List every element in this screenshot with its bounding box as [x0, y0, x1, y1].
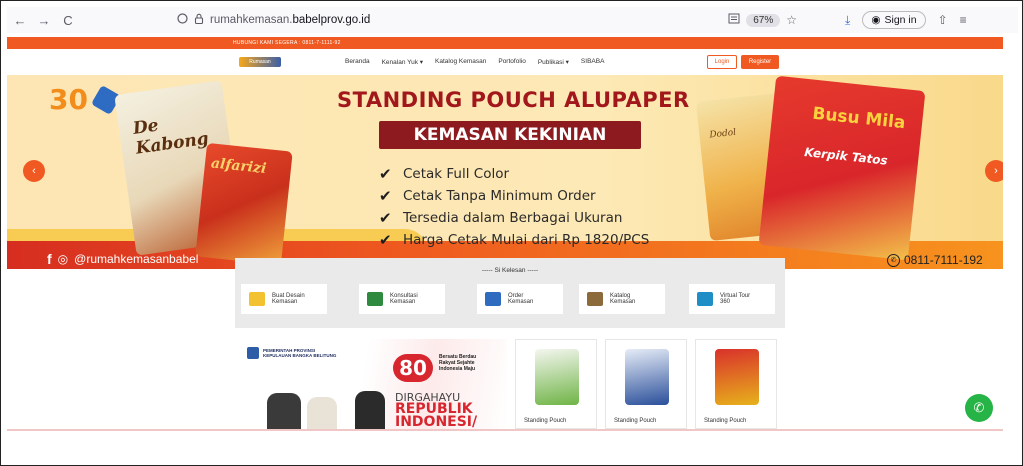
- banner-subhead: KEMASAN KEKINIAN: [379, 121, 641, 149]
- nav-kenalan-yuk[interactable]: Kenalan Yuk ▾: [382, 58, 423, 66]
- page-divider: [7, 429, 1003, 431]
- back-button[interactable]: ←: [9, 9, 31, 31]
- nav-sibaba[interactable]: SIBABA: [581, 58, 604, 66]
- social-handle-text: @rumahkemasanbabel: [74, 252, 199, 266]
- url-text: rumahkemasan.babelprov.go.id: [210, 14, 371, 26]
- lock-icon[interactable]: [194, 13, 204, 27]
- product-label: Standing Pouch: [614, 418, 657, 424]
- catalog-icon: [587, 292, 603, 306]
- whatsapp-icon: ✆: [887, 253, 900, 267]
- reader-view-icon[interactable]: [728, 13, 740, 27]
- product-pouch-alfarizi: alfarizi: [195, 142, 293, 266]
- banner-headline: STANDING POUCH ALUPAPER: [337, 88, 690, 112]
- official-photo: [355, 391, 385, 429]
- pouch-brand-alfarizi: alfarizi: [210, 155, 268, 178]
- service-label: Konsultasi Kemasan: [390, 292, 418, 306]
- register-button[interactable]: Register: [741, 55, 779, 69]
- nav-portofolio[interactable]: Portofolio: [498, 58, 525, 66]
- services-title: ----- Si Kelesan -----: [481, 267, 539, 274]
- check-icon: ✔: [379, 187, 392, 205]
- nav-links: Beranda Kenalan Yuk ▾ Katalog Kemasan Po…: [345, 58, 604, 66]
- share-icon[interactable]: ⇧: [938, 13, 948, 27]
- republik-indonesia-text: REPUBLIK INDONESI/: [395, 401, 478, 429]
- service-konsultasi[interactable]: Konsultasi Kemasan: [359, 284, 445, 314]
- carousel-next-button[interactable]: ›: [985, 160, 1003, 182]
- order-icon: [485, 292, 501, 306]
- screenshot-frame: ← → C rumahkemasan.babelprov.go.id 67% ☆…: [0, 0, 1023, 466]
- service-label: Order Kemasan: [508, 292, 534, 306]
- extensions-icon[interactable]: ≡: [960, 13, 967, 27]
- sign-in-label: Sign in: [884, 14, 917, 26]
- bookmark-star-icon[interactable]: ☆: [786, 13, 797, 27]
- instagram-icon: ◎: [57, 252, 69, 266]
- browser-toolbar: ← → C rumahkemasan.babelprov.go.id 67% ☆…: [7, 7, 1018, 33]
- product-image: [715, 349, 759, 405]
- account-icon: ◉: [871, 14, 881, 26]
- promo-slogan: Bersatu Berdau Rakyat Sejahte Indonesia Ma…: [439, 354, 477, 372]
- banner-feature-list: ✔ Cetak Full Color ✔ Cetak Tanpa Minimum O…: [379, 163, 649, 251]
- anniversary-logo: 30: [49, 85, 122, 117]
- phone-number: 0811-7111-192: [904, 253, 983, 267]
- services-panel: ----- Si Kelesan ----- Buat Desain Kemasa…: [235, 258, 785, 328]
- product-pouch-busu-mila: Busu Mila Kerpik Tatos: [758, 75, 926, 261]
- hero-banner[interactable]: 30 De Kabong alfarizi STANDING POUCH ALU…: [7, 75, 1003, 269]
- product-image: [625, 349, 669, 405]
- download-icon[interactable]: ⤓: [845, 13, 850, 28]
- design-icon: [249, 292, 265, 306]
- site-logo-text: Rumasan: [249, 59, 271, 65]
- nav-beranda[interactable]: Beranda: [345, 58, 370, 66]
- feature-item: ✔ Cetak Tanpa Minimum Order: [379, 187, 596, 205]
- feature-item: ✔ Tersedia dalam Berbagai Ukuran: [379, 209, 623, 227]
- pouch-brand-busu-mila: Busu Mila: [811, 103, 907, 134]
- toolbar-right: ⤓ ◉ Sign in ⇧ ≡: [845, 11, 967, 29]
- facebook-icon: f: [47, 251, 52, 267]
- service-buat-desain[interactable]: Buat Desain Kemasan: [241, 284, 327, 314]
- province-name: PEMERINTAH PROVINSI KEPULAUAN BANGKA BELI…: [263, 348, 337, 358]
- nav-katalog-kemasan[interactable]: Katalog Kemasan: [435, 58, 486, 66]
- nav-publikasi[interactable]: Publikasi ▾: [538, 58, 569, 66]
- product-label: Standing Pouch: [704, 418, 747, 424]
- feature-item: ✔ Harga Cetak Mulai dari Rp 1820/PCS: [379, 231, 650, 249]
- check-icon: ✔: [379, 231, 392, 249]
- virtual-tour-icon: [697, 292, 713, 306]
- whatsapp-chat-button[interactable]: ✆: [965, 394, 993, 422]
- reload-button[interactable]: C: [57, 9, 79, 31]
- service-label: Katalog Kemasan: [610, 292, 636, 306]
- anniversary-80-logo: 80: [393, 354, 433, 382]
- consultation-icon: [367, 292, 383, 306]
- social-handle: f ◎ @rumahkemasanbabel: [47, 251, 198, 267]
- province-emblem-icon: [247, 347, 259, 359]
- site-logo[interactable]: Rumasan: [239, 57, 281, 67]
- url-bar-actions: 67% ☆: [728, 13, 797, 27]
- login-button[interactable]: Login: [707, 55, 737, 69]
- site-navbar: Rumasan Beranda Kenalan Yuk ▾ Katalog Ke…: [7, 50, 1003, 75]
- zoom-level-badge[interactable]: 67%: [746, 13, 781, 27]
- address-bar[interactable]: rumahkemasan.babelprov.go.id 67% ☆: [177, 9, 797, 31]
- feature-item: ✔ Cetak Full Color: [379, 165, 510, 183]
- product-label: Standing Pouch: [524, 418, 567, 424]
- forward-button[interactable]: →: [33, 9, 55, 31]
- whatsapp-contact: ✆ 0811-7111-192: [887, 253, 983, 267]
- pouch-flavor-kerpik-tatos: Kerpik Tatos: [803, 145, 889, 168]
- product-card[interactable]: Standing Pouch: [515, 339, 597, 429]
- check-icon: ✔: [379, 209, 392, 227]
- official-photo: [307, 397, 337, 429]
- service-virtual-tour[interactable]: Virtual Tour 360: [689, 284, 775, 314]
- hotline-text: HUBUNGI KAMI SEGERA : 0811-7-1111-92: [233, 40, 341, 46]
- product-image: [535, 349, 579, 405]
- check-icon: ✔: [379, 165, 392, 183]
- service-order[interactable]: Order Kemasan: [477, 284, 563, 314]
- product-card[interactable]: Standing Pouch: [695, 339, 777, 429]
- service-katalog[interactable]: Katalog Kemasan: [579, 284, 665, 314]
- product-card[interactable]: Standing Pouch: [605, 339, 687, 429]
- service-label: Virtual Tour 360: [720, 292, 751, 306]
- hotline-strip: HUBUNGI KAMI SEGERA : 0811-7-1111-92: [7, 37, 1003, 49]
- official-photo: [267, 393, 301, 429]
- pouch-brand-dodol: Dodol: [708, 127, 737, 141]
- carousel-prev-button[interactable]: ‹: [23, 160, 45, 182]
- shield-icon[interactable]: [177, 13, 188, 27]
- service-label: Buat Desain Kemasan: [272, 292, 305, 306]
- promo-banner-hut-ri[interactable]: PEMERINTAH PROVINSI KEPULAUAN BANGKA BELI…: [243, 339, 507, 429]
- sign-in-button[interactable]: ◉ Sign in: [862, 11, 926, 29]
